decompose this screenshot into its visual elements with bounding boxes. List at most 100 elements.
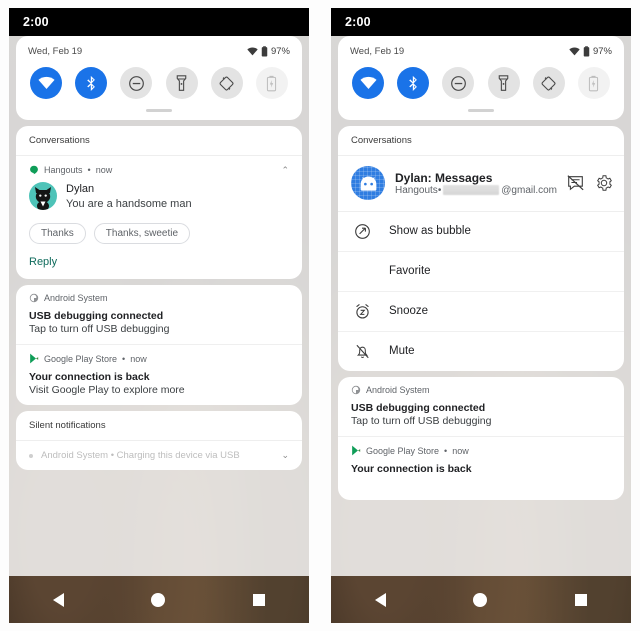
- wifi-icon: [37, 76, 55, 89]
- reply-button[interactable]: Reply: [29, 256, 289, 268]
- notification-time: now: [130, 353, 147, 364]
- gear-icon[interactable]: [596, 175, 612, 191]
- bubble-icon: [354, 223, 371, 240]
- notification-separator: •: [122, 353, 126, 364]
- smart-reply-chip-2[interactable]: Thanks, sweetie: [93, 223, 191, 245]
- auto-rotate-tile[interactable]: [532, 67, 565, 99]
- flashlight-icon: [176, 74, 187, 91]
- bluetooth-tile[interactable]: [75, 67, 108, 99]
- conversation-title: Dylan: Messages: [395, 170, 493, 185]
- quick-settings-tiles: [16, 59, 302, 103]
- battery-percent: 97%: [270, 46, 290, 57]
- android-system-notification[interactable]: Android System USB debugging connected T…: [338, 377, 624, 436]
- menu-item-show-as-bubble[interactable]: Show as bubble: [338, 212, 624, 251]
- status-icons: 97%: [247, 46, 290, 57]
- status-bar: 2:00: [331, 8, 631, 36]
- quick-settings-header: Wed, Feb 19 97%: [338, 36, 624, 59]
- smart-reply-chip-1[interactable]: Thanks: [29, 223, 86, 245]
- status-icons: 97%: [569, 46, 612, 57]
- notification-app-name: Android System: [366, 385, 430, 395]
- auto-rotate-icon: [541, 76, 556, 90]
- android-avatar: [351, 166, 385, 200]
- conversation-notification[interactable]: Hangouts • now ⌃ Dylan You are a handsom…: [16, 156, 302, 279]
- notification-header: Google Play Store • now: [351, 445, 611, 456]
- wifi-icon: [359, 76, 377, 89]
- auto-rotate-icon: [219, 76, 234, 90]
- menu-item-snooze[interactable]: Snooze: [338, 291, 624, 331]
- conversation-off-icon[interactable]: [567, 175, 584, 191]
- shade-drag-handle[interactable]: [146, 109, 172, 112]
- comparison-screenshot: 2:00 Wed, Feb 19 97% Conversations Hango…: [0, 0, 640, 631]
- battery-saver-tile[interactable]: [255, 67, 288, 99]
- back-triangle-icon[interactable]: [52, 593, 64, 607]
- google-play-notification[interactable]: Google Play Store • now Your connection …: [16, 344, 302, 405]
- silent-app-icon: [29, 453, 33, 458]
- status-bar-clock: 2:00: [23, 15, 49, 29]
- bluetooth-icon: [408, 75, 417, 91]
- auto-rotate-tile[interactable]: [210, 67, 243, 99]
- android-head-icon: [360, 176, 376, 191]
- status-bar: 2:00: [9, 8, 309, 36]
- notification-subtitle: Visit Google Play to explore more: [29, 384, 185, 397]
- conversation-subtitle-separator: •: [437, 184, 442, 196]
- chevron-up-icon[interactable]: ⌃: [281, 165, 289, 175]
- message-body: You are a handsome man: [66, 197, 192, 210]
- recents-square-icon[interactable]: [575, 594, 588, 606]
- message-sender: Dylan: [66, 183, 95, 195]
- conversation-menu-actions: [567, 175, 612, 191]
- silent-notification-row[interactable]: Android System • Charging this device vi…: [16, 441, 302, 470]
- wifi-tile[interactable]: [30, 67, 62, 99]
- notification-time: now: [452, 445, 469, 456]
- smart-reply-chips: Thanks Thanks, sweetie: [29, 223, 289, 245]
- notification-app-name: Hangouts: [44, 165, 83, 175]
- quick-settings-card: Wed, Feb 19 97%: [16, 36, 302, 120]
- android-system-notification[interactable]: Android System USB debugging connected T…: [16, 285, 302, 344]
- menu-item-favorite[interactable]: Favorite: [338, 251, 624, 291]
- shade-drag-handle[interactable]: [468, 109, 494, 112]
- flashlight-icon: [498, 74, 509, 91]
- conversation-menu-texts: Dylan: Messages Hangouts • @gmail.com: [395, 171, 557, 196]
- menu-item-label: Show as bubble: [389, 224, 471, 237]
- snooze-icon: [354, 303, 371, 320]
- conversations-card: Conversations Hangouts • now ⌃ Dylan You…: [16, 126, 302, 280]
- message-texts: Dylan You are a handsome man: [66, 182, 192, 211]
- back-triangle-icon[interactable]: [374, 593, 386, 607]
- battery-saver-tile[interactable]: [577, 67, 610, 99]
- conversation-subtitle: Hangouts • @gmail.com: [395, 185, 557, 196]
- hangouts-icon: [30, 165, 38, 175]
- google-play-icon: [352, 445, 361, 456]
- chevron-down-icon[interactable]: ⌄: [281, 451, 289, 460]
- notification-title: USB debugging connected: [29, 310, 164, 323]
- notification-shade: Wed, Feb 19 97%: [9, 36, 309, 471]
- left-phone-screenshot: 2:00 Wed, Feb 19 97% Conversations Hango…: [9, 8, 309, 623]
- quick-settings-date: Wed, Feb 19: [350, 46, 405, 57]
- battery-icon: [261, 46, 268, 57]
- do-not-disturb-tile[interactable]: [120, 67, 153, 99]
- bluetooth-tile[interactable]: [397, 67, 430, 99]
- notification-separator: •: [87, 165, 91, 175]
- google-play-icon: [30, 353, 39, 364]
- flashlight-tile[interactable]: [165, 67, 198, 99]
- google-play-notification[interactable]: Google Play Store • now Your connection …: [338, 436, 624, 484]
- conversation-menu-card: Conversations Dylan: Messages Hangouts •…: [338, 126, 624, 371]
- menu-item-mute[interactable]: Mute: [338, 331, 624, 371]
- flashlight-tile[interactable]: [487, 67, 520, 99]
- notification-header: Hangouts • now ⌃: [29, 165, 289, 175]
- redacted-email: [443, 185, 500, 195]
- conversations-section-header: Conversations: [338, 126, 624, 156]
- mute-bell-icon-glyph: [356, 344, 369, 359]
- home-circle-icon[interactable]: [473, 593, 488, 607]
- clipped-notification-row: [338, 484, 624, 500]
- quick-settings-tiles: [338, 59, 624, 103]
- recents-square-icon[interactable]: [253, 594, 266, 606]
- conversations-section-header: Conversations: [16, 126, 302, 156]
- wifi-tile[interactable]: [352, 67, 384, 99]
- quick-settings-date: Wed, Feb 19: [28, 46, 83, 57]
- home-circle-icon[interactable]: [151, 593, 166, 607]
- message-row: Dylan You are a handsome man: [29, 182, 289, 211]
- notification-header: Google Play Store • now: [29, 353, 289, 364]
- battery-percent: 97%: [592, 46, 612, 57]
- notification-shade: Wed, Feb 19 97%: [331, 36, 631, 500]
- notification-time: now: [95, 165, 113, 175]
- do-not-disturb-tile[interactable]: [442, 67, 475, 99]
